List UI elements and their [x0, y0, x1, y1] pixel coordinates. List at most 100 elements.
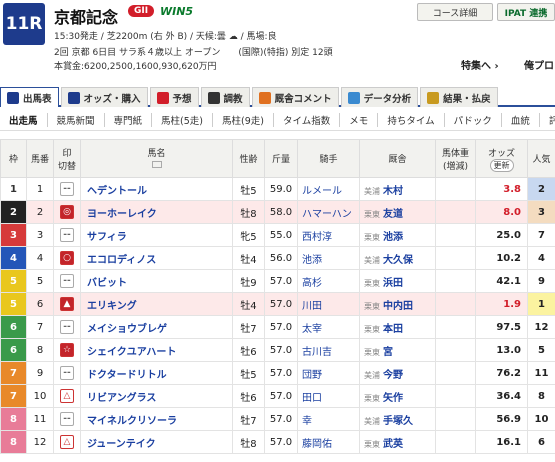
table-row: 4 4 ○ エコロディノス 牡4 56.0 池添 美浦 大久保 10.2 4: [0, 246, 555, 270]
mark-button[interactable]: △: [60, 389, 74, 403]
mark-button[interactable]: ◎: [60, 205, 74, 219]
odds-cell[interactable]: 76.2: [475, 361, 528, 385]
horse-name-link[interactable]: ヘデントール: [80, 177, 233, 201]
horse-name-link[interactable]: エコロディノス: [80, 246, 233, 270]
table-row: 3 3 -- サフィラ 牝5 55.0 西村淳 栗東 池添 25.0 7: [0, 223, 555, 247]
mark-button[interactable]: ○: [60, 251, 74, 265]
horse-name-link[interactable]: ジューンテイク: [80, 430, 233, 454]
trainer-link[interactable]: 池添: [383, 232, 403, 243]
odds-cell[interactable]: 3.8: [475, 177, 528, 201]
mark-button[interactable]: △: [60, 435, 74, 449]
pop-cell: 3: [527, 200, 555, 224]
subtab-6[interactable]: メモ: [340, 112, 379, 127]
jockey-link[interactable]: 川田: [297, 292, 360, 316]
mark-button[interactable]: --: [60, 320, 74, 334]
subtab-0[interactable]: 出走馬: [0, 112, 48, 127]
mark-button[interactable]: --: [60, 274, 74, 288]
horse-name-link[interactable]: リビアングラス: [80, 384, 233, 408]
mark-button[interactable]: --: [60, 412, 74, 426]
trainer-link[interactable]: 本田: [383, 324, 403, 335]
tab-1[interactable]: オッズ・購入: [60, 87, 148, 107]
jockey-link[interactable]: 太宰: [297, 315, 360, 339]
odds-cell[interactable]: 10.2: [475, 246, 528, 270]
umaban-cell: 4: [26, 246, 54, 270]
header-shirushi: 印切替: [53, 139, 81, 178]
horse-name-link[interactable]: マイネルクリソーラ: [80, 407, 233, 431]
tab-3[interactable]: 調教: [200, 87, 250, 107]
trainer-link[interactable]: 中内田: [383, 301, 413, 312]
jockey-link[interactable]: 団野: [297, 361, 360, 385]
trainer-link[interactable]: 宮: [383, 347, 393, 358]
horse-name-link[interactable]: ドクタードリトル: [80, 361, 233, 385]
jockey-link[interactable]: 池添: [297, 246, 360, 270]
seirei-cell: 牡6: [232, 384, 265, 408]
horse-name-link[interactable]: シェイクユアハート: [80, 338, 233, 362]
tab-4[interactable]: 厩舎コメント: [251, 87, 339, 107]
table-row: 5 5 -- バビット 牡9 57.0 高杉 栗東 浜田 42.1 9: [0, 269, 555, 293]
course-detail-button[interactable]: コース詳細: [417, 3, 493, 21]
subtab-9[interactable]: 血統: [502, 112, 540, 127]
odds-cell[interactable]: 25.0: [475, 223, 528, 247]
subtab-4[interactable]: 馬柱(9走): [213, 112, 274, 127]
horse-name-link[interactable]: サフィラ: [80, 223, 233, 247]
kinryo-cell: 59.0: [264, 177, 298, 201]
horse-name-link[interactable]: メイショウブレゲ: [80, 315, 233, 339]
odds-cell[interactable]: 8.0: [475, 200, 528, 224]
tab-label: データ分析: [363, 93, 412, 105]
ipat-button[interactable]: IPAT 連携: [497, 3, 555, 21]
jockey-link[interactable]: 田口: [297, 384, 360, 408]
orepro-link[interactable]: 俺プロ: [524, 57, 554, 72]
trainer-area: 栗東: [364, 439, 380, 449]
odds-update-button[interactable]: 更新: [489, 158, 514, 172]
seirei-cell: 牡8: [232, 200, 265, 224]
odds-cell[interactable]: 97.5: [475, 315, 528, 339]
subtab-1[interactable]: 競馬新聞: [48, 112, 105, 127]
header-kirikae-label[interactable]: 切替: [54, 159, 80, 172]
jockey-link[interactable]: ルメール: [297, 177, 360, 201]
sort-select[interactable]: [151, 161, 162, 168]
jockey-link[interactable]: 西村淳: [297, 223, 360, 247]
trainer-link[interactable]: 友道: [383, 209, 403, 220]
subtab-10[interactable]: 評価: [540, 113, 555, 127]
tab-label: 厩舎コメント: [274, 93, 332, 105]
tab-6[interactable]: 結果・払戻: [420, 87, 498, 107]
header-odds-label: オッズ: [487, 148, 515, 159]
horse-name-link[interactable]: エリキング: [80, 292, 233, 316]
odds-cell[interactable]: 42.1: [475, 269, 528, 293]
mark-button[interactable]: ☆: [60, 343, 74, 357]
trainer-link[interactable]: 手塚久: [383, 416, 413, 427]
tab-2[interactable]: 予想: [149, 87, 199, 107]
subtab-8[interactable]: パドック: [445, 112, 502, 127]
jockey-link[interactable]: ハマーハン: [297, 200, 360, 224]
jockey-link[interactable]: 幸: [297, 407, 360, 431]
trainer-link[interactable]: 浜田: [383, 278, 403, 289]
mark-button[interactable]: --: [60, 366, 74, 380]
subtab-2[interactable]: 専門紙: [105, 112, 153, 127]
trainer-link[interactable]: 木村: [383, 186, 403, 197]
odds-cell[interactable]: 13.0: [475, 338, 528, 362]
jockey-link[interactable]: 古川吉: [297, 338, 360, 362]
trainer-link[interactable]: 武英: [383, 439, 403, 450]
mark-button[interactable]: --: [60, 182, 74, 196]
odds-cell[interactable]: 36.4: [475, 384, 528, 408]
mark-button[interactable]: --: [60, 228, 74, 242]
trainer-link[interactable]: 矢作: [383, 393, 403, 404]
horse-name-link[interactable]: バビット: [80, 269, 233, 293]
header-waku: 枠: [0, 139, 27, 178]
jockey-link[interactable]: 高杉: [297, 269, 360, 293]
mark-button[interactable]: ▲: [60, 297, 74, 311]
trainer-link[interactable]: 大久保: [383, 255, 413, 266]
horse-name-link[interactable]: ヨーホーレイク: [80, 200, 233, 224]
subtab-3[interactable]: 馬柱(5走): [152, 112, 214, 127]
odds-cell[interactable]: 16.1: [475, 430, 528, 454]
trainer-cell: 栗東 中内田: [359, 292, 436, 316]
tab-0[interactable]: 出馬表: [0, 87, 59, 107]
trainer-link[interactable]: 今野: [383, 370, 403, 381]
subtab-7[interactable]: 持ちタイム: [378, 112, 445, 127]
odds-cell[interactable]: 1.9: [475, 292, 528, 316]
odds-cell[interactable]: 56.9: [475, 407, 528, 431]
subtab-5[interactable]: タイム指数: [274, 112, 341, 127]
jockey-link[interactable]: 藤岡佑: [297, 430, 360, 454]
feature-link[interactable]: 特集へ ›: [461, 57, 499, 72]
tab-5[interactable]: データ分析: [340, 87, 419, 107]
